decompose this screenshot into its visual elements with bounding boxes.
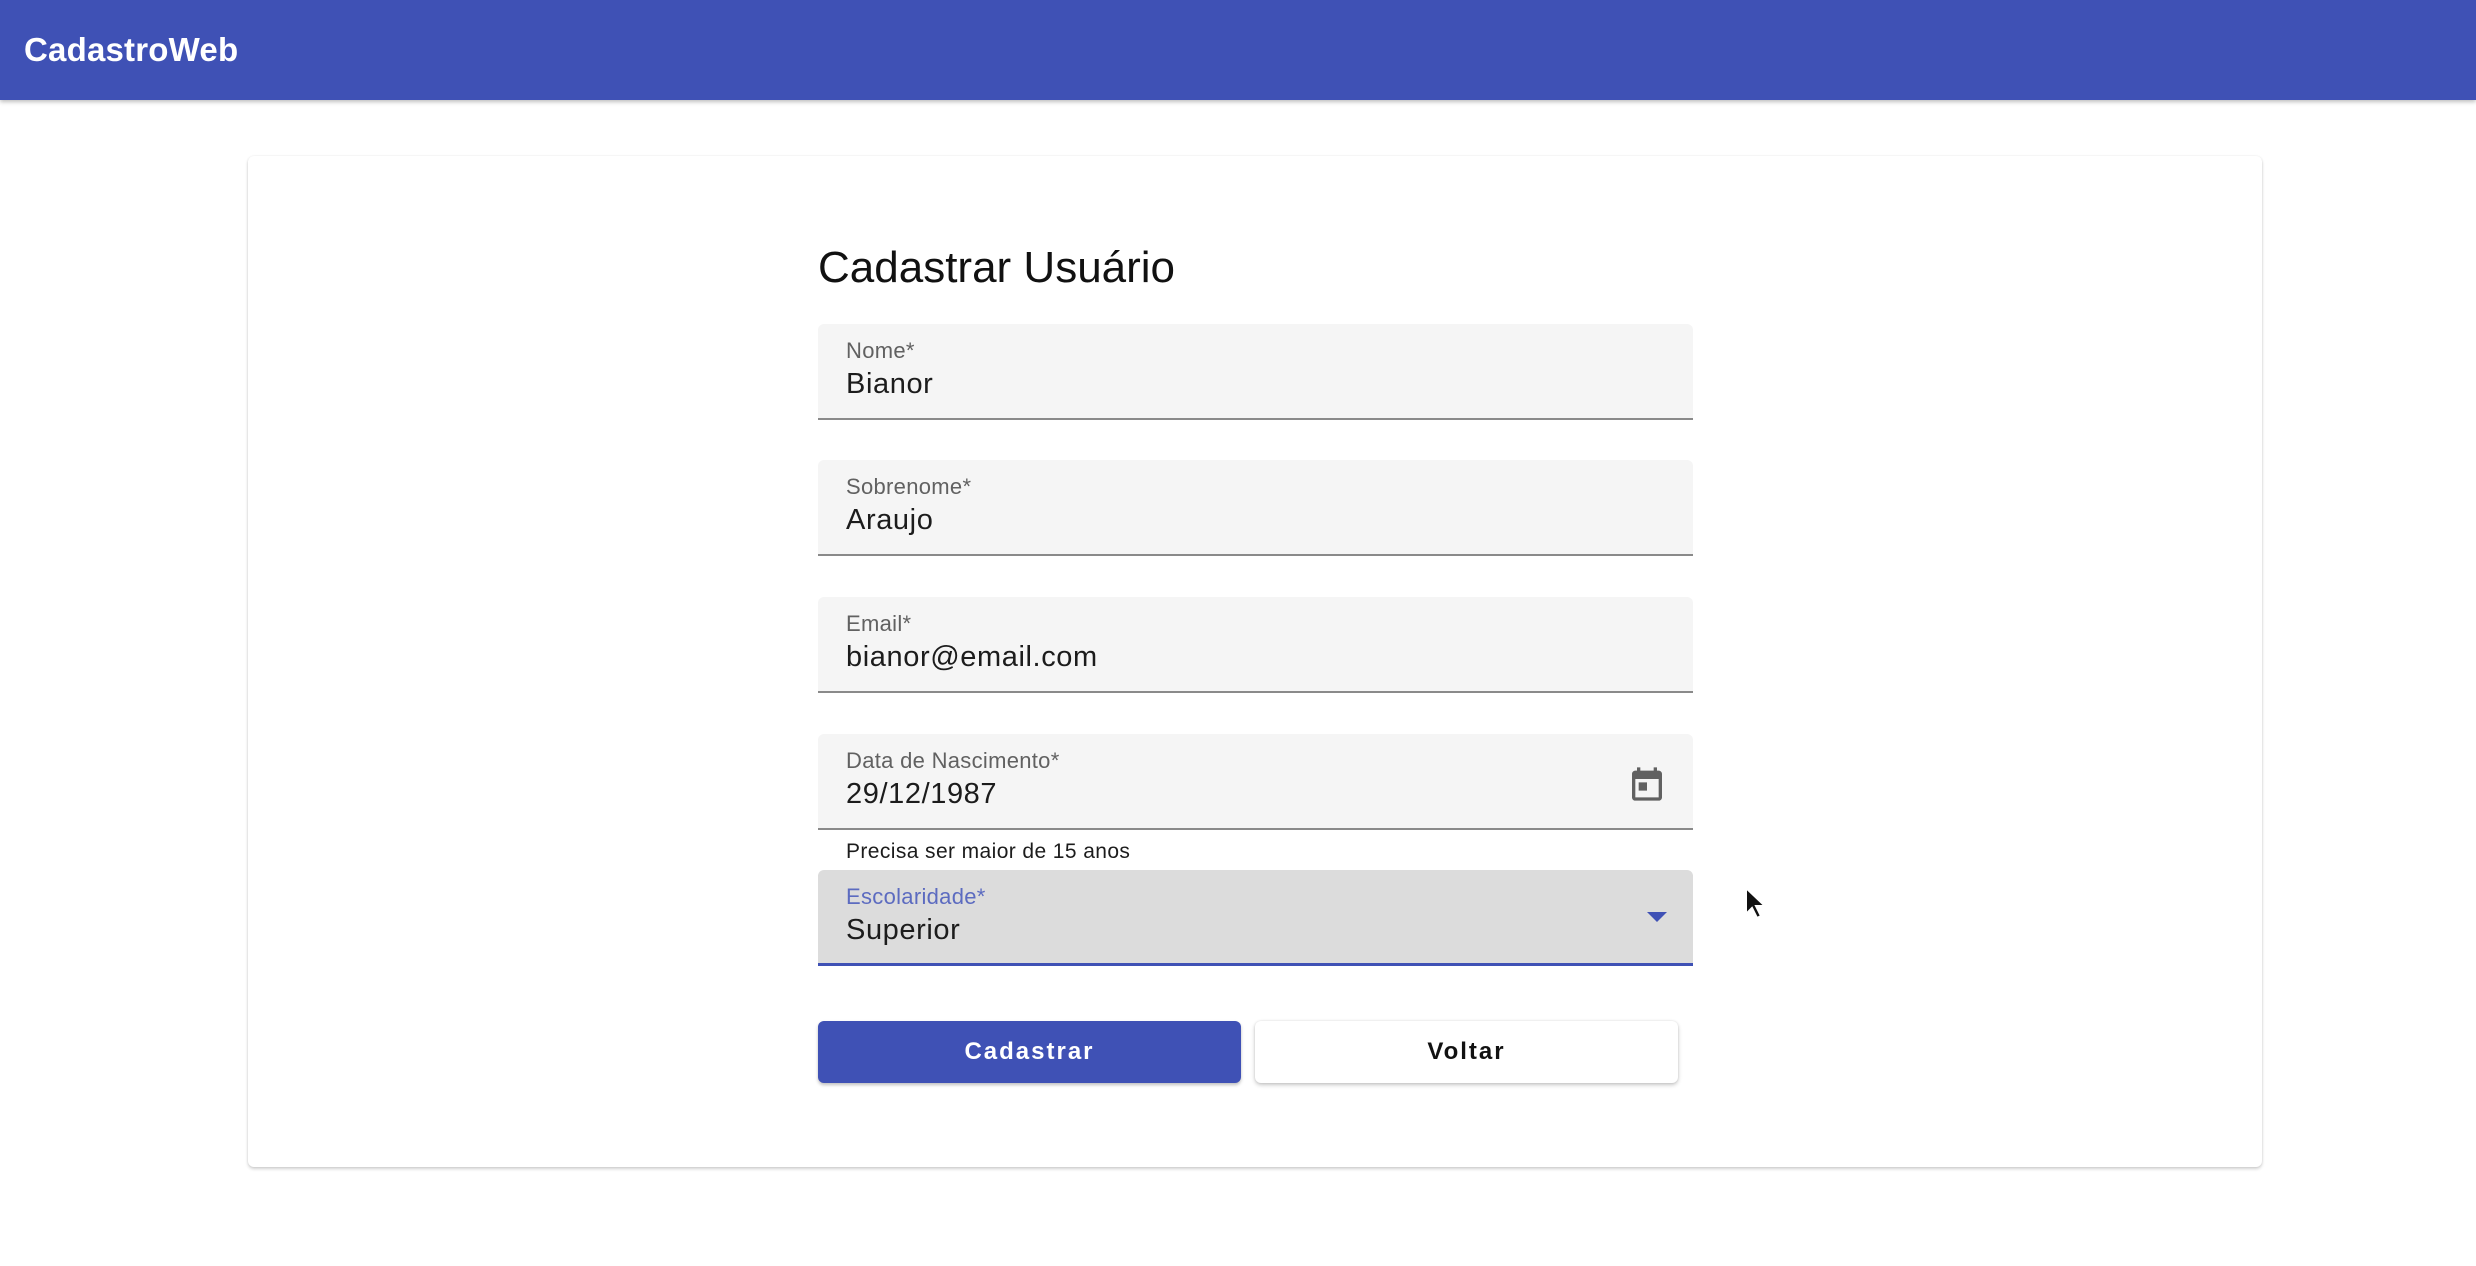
cadastrar-button[interactable]: Cadastrar — [818, 1021, 1241, 1083]
dropdown-arrow-icon[interactable] — [1647, 912, 1667, 922]
birthdate-label: Data de Nascimento* — [846, 748, 1060, 773]
page-title: Cadastrar Usuário — [818, 243, 1176, 292]
nome-value[interactable]: Bianor — [846, 368, 933, 401]
sobrenome-value[interactable]: Araujo — [846, 504, 933, 537]
nome-field[interactable]: Nome* Bianor — [818, 324, 1693, 420]
birthdate-hint: Precisa ser maior de 15 anos — [846, 840, 1131, 863]
nome-label: Nome* — [846, 338, 915, 363]
app-toolbar: CadastroWeb — [0, 0, 2476, 100]
escolaridade-value[interactable]: Superior — [846, 914, 960, 947]
escolaridade-select[interactable]: Escolaridade* Superior — [818, 870, 1693, 966]
birthdate-field[interactable]: Data de Nascimento* 29/12/1987 — [818, 734, 1693, 830]
calendar-icon[interactable] — [1627, 764, 1667, 804]
voltar-button[interactable]: Voltar — [1255, 1021, 1678, 1083]
sobrenome-label: Sobrenome* — [846, 474, 972, 499]
mouse-cursor-icon — [1745, 886, 1768, 920]
email-value[interactable]: bianor@email.com — [846, 641, 1098, 674]
email-field[interactable]: Email* bianor@email.com — [818, 597, 1693, 693]
escolaridade-label: Escolaridade* — [846, 884, 986, 909]
birthdate-value[interactable]: 29/12/1987 — [846, 778, 997, 811]
email-label: Email* — [846, 611, 912, 636]
app-title[interactable]: CadastroWeb — [24, 31, 238, 69]
sobrenome-field[interactable]: Sobrenome* Araujo — [818, 460, 1693, 556]
